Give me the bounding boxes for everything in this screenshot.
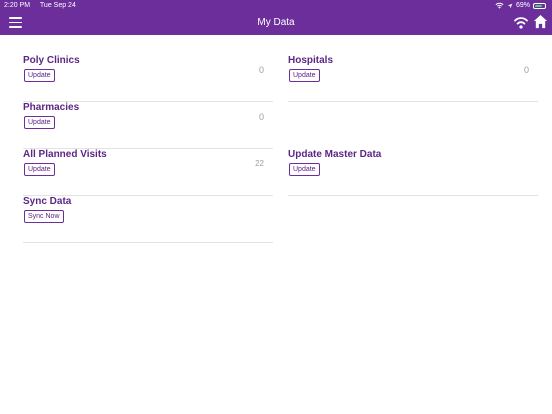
card-update-master-data: Update Master Data Update (288, 149, 538, 196)
card-sync-data: Sync Data Sync Now (23, 196, 273, 243)
record-count: 0 (258, 112, 264, 122)
wifi-status-icon (495, 2, 504, 9)
card-title: All Planned Visits (23, 149, 107, 160)
card-title: Sync Data (23, 196, 72, 207)
page-title: My Data (257, 17, 295, 28)
status-date: Tue Sep 24 (39, 2, 76, 9)
status-time: 2:20 PM (4, 2, 31, 9)
divider (288, 195, 538, 196)
card-hospitals: Hospitals Update 0 (288, 55, 538, 102)
status-bar: 2:20 PM Tue Sep 24 69% (0, 0, 552, 11)
status-left: 2:20 PM Tue Sep 24 (4, 0, 84, 11)
card-title: Update Master Data (288, 149, 382, 160)
sync-now-button[interactable]: Sync Now (24, 210, 64, 223)
record-count: 0 (258, 65, 264, 75)
home-icon[interactable] (533, 14, 548, 29)
location-arrow-icon (507, 3, 513, 8)
card-pharmacies: Pharmacies Update 0 (23, 102, 273, 149)
card-title: Pharmacies (23, 102, 80, 113)
update-button[interactable]: Update (289, 69, 320, 82)
battery-percentage: 69% (515, 2, 530, 9)
battery-icon (533, 2, 546, 9)
divider (288, 101, 538, 102)
card-title: Hospitals (288, 55, 334, 66)
divider (23, 242, 273, 243)
update-button[interactable]: Update (24, 163, 55, 176)
card-poly-clinics: Poly Clinics Update 0 (23, 55, 273, 102)
record-count: 22 (255, 159, 264, 168)
card-all-planned-visits: All Planned Visits Update 22 (23, 149, 273, 196)
wifi-icon[interactable] (513, 15, 529, 29)
status-right: 69% (492, 0, 546, 11)
update-button[interactable]: Update (289, 163, 320, 176)
update-button[interactable]: Update (24, 116, 55, 129)
update-button[interactable]: Update (24, 69, 55, 82)
card-title: Poly Clinics (23, 55, 80, 66)
record-count: 0 (523, 65, 529, 75)
nav-bar: My Data (0, 11, 552, 35)
